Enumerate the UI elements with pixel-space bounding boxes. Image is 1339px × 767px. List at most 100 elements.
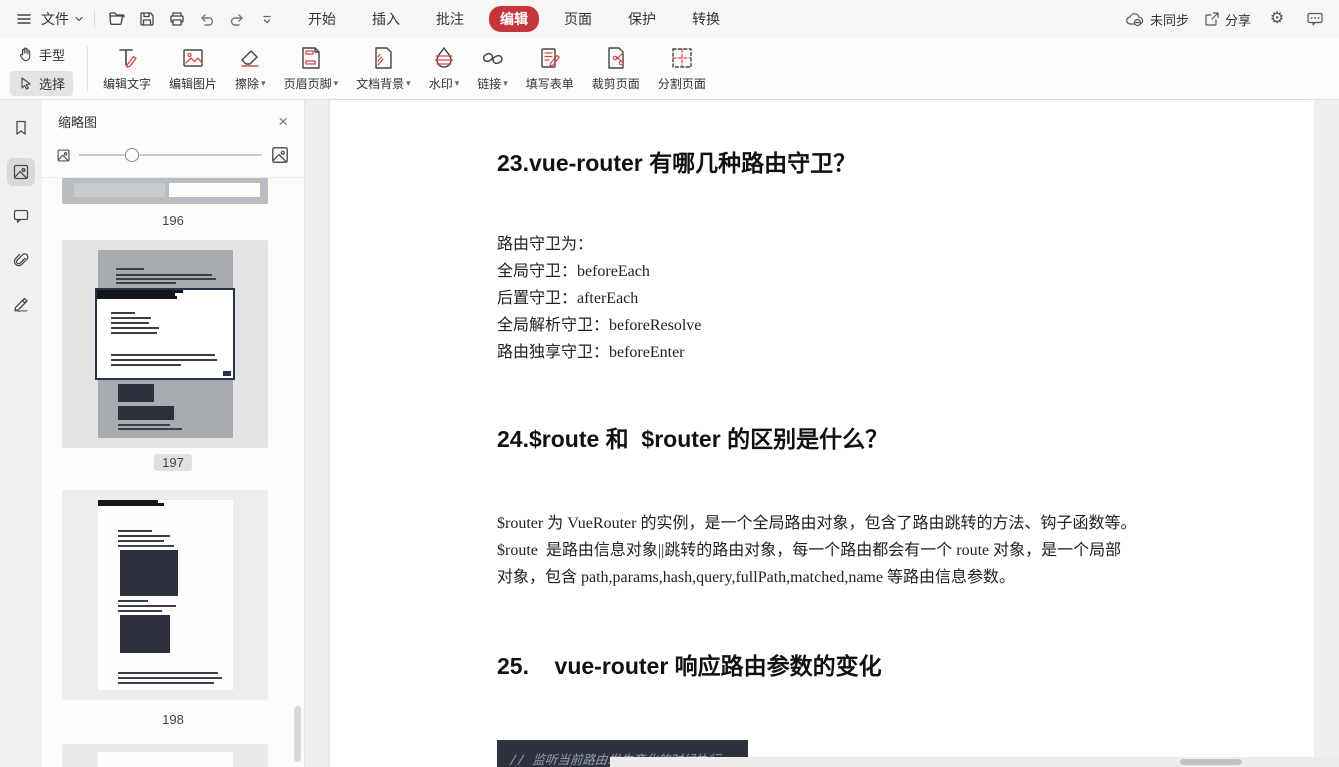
eraser-icon [237,45,263,71]
edit-toolbar: 手型 选择 编辑文字 编辑图片 擦除▾ 页眉页脚▾ 文档背景▾ [0,38,1339,100]
tab-edit[interactable]: 编辑 [489,6,539,32]
ribbon-tabs: 开始 插入 批注 编辑 页面 保护 转换 [297,6,731,32]
doc-guard-line[interactable]: 全局解析守卫：beforeResolve [497,312,701,339]
undo-button[interactable] [195,7,219,31]
tab-home[interactable]: 开始 [297,6,347,32]
doc-guard-line[interactable]: 路由独享守卫：beforeEnter [497,339,685,366]
watermark-droplet-icon [431,45,457,71]
split-page-icon [669,45,695,71]
header-footer-button[interactable]: 页眉页脚▾ [275,41,348,96]
slider-knob[interactable] [125,148,139,162]
crop-page-button[interactable]: 裁剪页面 [583,41,649,96]
file-menu-button[interactable]: 文件 [12,7,84,31]
doc-background-button[interactable]: 文档背景▾ [347,41,420,96]
left-sidebar-rail [0,100,42,767]
hand-tool-button[interactable]: 手型 [10,42,73,67]
doc-background-icon [370,45,396,71]
close-icon[interactable]: × [278,113,288,130]
edit-image-button[interactable]: 编辑图片 [160,41,226,96]
crop-page-label: 裁剪页面 [592,75,640,92]
doc-paragraph-line[interactable]: $router 为 VueRouter 的实例，是一个全局路由对象，包含了路由跳… [497,510,1136,537]
thumbnail-code-block [118,406,174,420]
header-footer-label: 页眉页脚 [284,75,332,92]
thumbnail-page-198[interactable] [62,490,268,700]
dropdown-caret-icon: ▾ [455,78,460,89]
share-label: 分享 [1225,10,1251,29]
link-chain-icon [480,45,506,71]
fill-form-icon [537,45,563,71]
doc-background-label: 文档背景 [356,75,404,92]
thumbnail-size-slider[interactable] [79,148,262,162]
open-file-button[interactable] [105,7,129,31]
panel-vertical-scrollbar[interactable] [294,706,301,762]
link-label: 链接 [477,75,501,92]
hamburger-icon [12,7,36,31]
tab-convert[interactable]: 转换 [681,6,731,32]
thumbnail-page-196[interactable] [62,178,268,204]
pdf-editor-window: 文件 开始 插入 批注 [0,0,1339,767]
tab-insert[interactable]: 插入 [361,6,411,32]
menu-bar: 文件 开始 插入 批注 [0,0,1339,38]
feedback-button[interactable] [1303,7,1327,31]
edit-text-button[interactable]: 编辑文字 [94,41,160,96]
select-tool-button[interactable]: 选择 [10,71,73,96]
redo-button[interactable] [225,7,249,31]
erase-button[interactable]: 擦除▾ [226,41,275,96]
save-button[interactable] [135,7,159,31]
horizontal-scrollbar-thumb[interactable] [1180,759,1242,765]
fill-form-button[interactable]: 填写表单 [517,41,583,96]
zoom-out-image-icon[interactable] [56,148,71,163]
bookmarks-panel-button[interactable] [7,114,35,142]
zoom-in-image-icon[interactable] [270,145,290,165]
doc-paragraph-line[interactable]: $route 是路由信息对象||跳转的路由对象，每一个路由都会有一个 route… [497,537,1121,564]
file-menu-label: 文件 [41,9,69,29]
doc-heading-25[interactable]: 25. vue-router 响应路由参数的变化 [497,647,882,681]
divider [87,46,88,92]
thumbnail-viewport-indicator[interactable] [95,288,235,380]
comments-panel-button[interactable] [7,202,35,230]
thumbnail-content [74,183,165,197]
tab-page[interactable]: 页面 [553,6,603,32]
sync-status-button[interactable]: 未同步 [1125,10,1189,29]
header-footer-icon [298,45,324,71]
thumbnail-page-next-partial[interactable] [62,744,268,767]
thumbnail-page-number: 196 [42,212,304,229]
link-button[interactable]: 链接▾ [468,41,517,96]
doc-paragraph-line[interactable]: 对象，包含 path,params,hash,query,fullPath,ma… [497,564,1015,591]
split-page-button[interactable]: 分割页面 [649,41,715,96]
fill-form-label: 填写表单 [526,75,574,92]
thumbnails-panel-button[interactable] [7,158,35,186]
doc-heading-24[interactable]: 24.$route 和 $router 的区别是什么？ [497,420,888,454]
share-button[interactable]: 分享 [1203,10,1251,29]
attachments-panel-button[interactable] [7,246,35,274]
horizontal-scrollbar[interactable] [610,757,1339,767]
thumbnail-list: 196 [42,166,304,767]
doc-guard-line[interactable]: 全局守卫：beforeEach [497,258,650,285]
thumbnail-code-block [118,384,154,402]
tab-comment[interactable]: 批注 [425,6,475,32]
dropdown-caret-icon: ▾ [406,78,411,89]
sync-status-label: 未同步 [1150,10,1189,29]
doc-guard-line[interactable]: 路由守卫为： [497,231,593,258]
doc-heading-23[interactable]: 23.vue-router 有哪几种路由守卫？ [497,144,856,178]
edit-text-icon [114,45,140,71]
chevron-down-icon [74,14,84,24]
thumbnail-panel: 缩略图 × 196 [42,100,305,767]
slider-track [79,154,262,156]
more-commands-button[interactable] [255,7,279,31]
thumbnail-content [98,752,233,767]
print-button[interactable] [165,7,189,31]
erase-label: 擦除 [235,75,259,92]
comment-bubble-icon [1306,11,1324,27]
paperclip-icon [12,251,30,269]
tab-protect[interactable]: 保护 [617,6,667,32]
thumbnail-page-197[interactable] [62,240,268,448]
document-view-area: 23.vue-router 有哪几种路由守卫？ 路由守卫为： 全局守卫：befo… [305,100,1339,767]
signature-panel-button[interactable] [7,290,35,318]
document-page[interactable]: 23.vue-router 有哪几种路由守卫？ 路由守卫为： 全局守卫：befo… [330,100,1314,767]
cloud-unsynced-icon [1125,11,1145,27]
select-tool-label: 选择 [39,74,65,93]
doc-guard-line[interactable]: 后置守卫：afterEach [497,285,638,312]
watermark-button[interactable]: 水印▾ [420,41,469,96]
settings-button[interactable]: ⚙ [1265,7,1289,31]
